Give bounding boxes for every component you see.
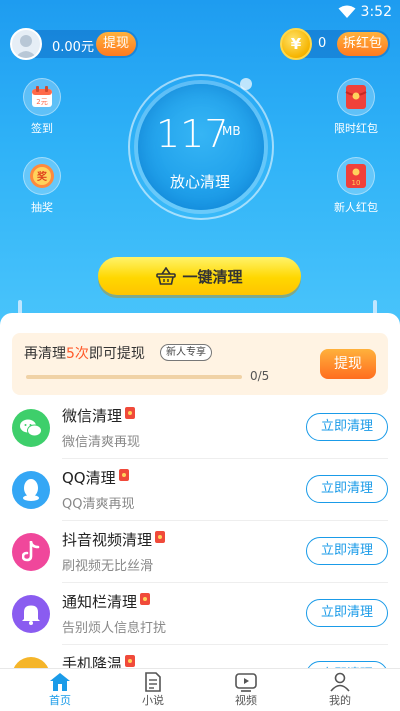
balance-amount: 0.00元 [52,40,94,55]
timed-redpack-label: 限时红包 [334,122,378,135]
tab-home[interactable]: 首页 [10,669,110,711]
list-item-title: 通知栏清理 [62,591,151,612]
profile-icon [330,672,350,692]
list-item-title: QQ清理 [62,467,129,488]
balance-pill[interactable]: 0.00元 提现 [10,28,138,60]
sign-in-entry[interactable]: 2元 签到 [12,78,72,136]
mini-redpack-icon [155,531,166,543]
clean-now-button[interactable]: 立即清理 [306,599,388,627]
tab-video[interactable]: 视频 [196,669,296,711]
one-click-clean-label: 一键清理 [182,267,243,286]
coin-icon: ¥ [280,28,312,60]
sign-in-label: 签到 [31,122,53,135]
svg-text:2元: 2元 [36,98,47,106]
tab-profile[interactable]: 我的 [290,669,390,711]
list-item-subtitle: 告别烦人信息打扰 [62,621,167,636]
list-item-wechat[interactable]: 微信清理 微信清爽再现 立即清理 [0,397,400,459]
tip-progress-bar [26,375,242,379]
tab-novel[interactable]: 小说 [103,669,203,711]
home-icon [50,673,70,691]
status-time: 3:52 [360,4,392,20]
one-click-clean-button[interactable]: 一键清理 [98,257,301,295]
tip-text: 再清理5次即可提现 [24,346,145,362]
tip-progress-text: 0/5 [250,369,270,383]
bell-icon [12,595,50,633]
timed-redpack-entry[interactable]: 限时红包 [326,78,386,136]
mini-redpack-icon [125,655,136,667]
coin-pill[interactable]: ¥ 0 拆红包 [280,28,390,60]
tab-novel-label: 小说 [142,694,164,707]
mini-redpack-icon [118,469,129,481]
junk-size-unit: MB [222,124,241,138]
list-item-title: 微信清理 [62,405,136,426]
mini-redpack-icon [140,593,151,605]
status-bar: 3:52 [0,0,400,26]
junk-size-value: 117 [156,112,229,156]
list-item-title: 抖音视频清理 [62,529,166,550]
content-card [0,313,400,333]
list-item-subtitle: 微信清爽再现 [62,435,141,450]
novel-icon [145,672,161,692]
withdraw-tip-box: 再清理5次即可提现 新人专享 0/5 提现 [12,333,388,395]
withdraw-button[interactable]: 提现 [95,32,136,56]
tab-video-label: 视频 [235,694,257,707]
list-item-qq[interactable]: QQ清理 QQ清爽再现 立即清理 [0,459,400,521]
avatar[interactable] [10,28,42,60]
tip-count: 5次 [66,346,89,362]
list-item-subtitle: QQ清爽再现 [62,497,135,512]
list-item-subtitle: 刷视频无比丝滑 [62,559,154,574]
lottery-label: 抽奖 [31,201,53,214]
douyin-icon [12,533,50,571]
list-item-notification[interactable]: 通知栏清理 告别烦人信息打扰 立即清理 [0,583,400,645]
qq-icon [12,471,50,509]
header-panel: 3:52 0.00元 提现 ¥ 0 拆红包 2元 签到 奖 抽奖 限时红包 10… [0,0,400,325]
wechat-icon [12,409,50,447]
new-user-redpack-label: 新人红包 [334,201,378,214]
wifi-icon [338,5,356,18]
new-user-badge: 新人专享 [160,344,212,361]
clean-now-button[interactable]: 立即清理 [306,475,388,503]
coin-count: 0 [318,36,327,51]
mini-redpack-icon [125,407,136,419]
clean-now-button[interactable]: 立即清理 [306,413,388,441]
tab-home-label: 首页 [49,694,71,707]
list-item-douyin[interactable]: 抖音视频清理 刷视频无比丝滑 立即清理 [0,521,400,583]
video-icon [235,673,257,692]
tip-withdraw-button[interactable]: 提现 [320,349,376,379]
bottom-tab-bar: 首页 小说 视频 我的 [0,668,400,711]
clean-now-button[interactable]: 立即清理 [306,537,388,565]
red-envelope-icon [345,85,367,109]
basket-icon [156,267,177,285]
open-redpack-button[interactable]: 拆红包 [336,32,388,56]
tab-profile-label: 我的 [329,694,351,707]
ring-highlight-dot [240,78,252,90]
calendar-icon: 2元 [32,86,52,107]
circle-caption: 放心清理 [169,173,230,191]
